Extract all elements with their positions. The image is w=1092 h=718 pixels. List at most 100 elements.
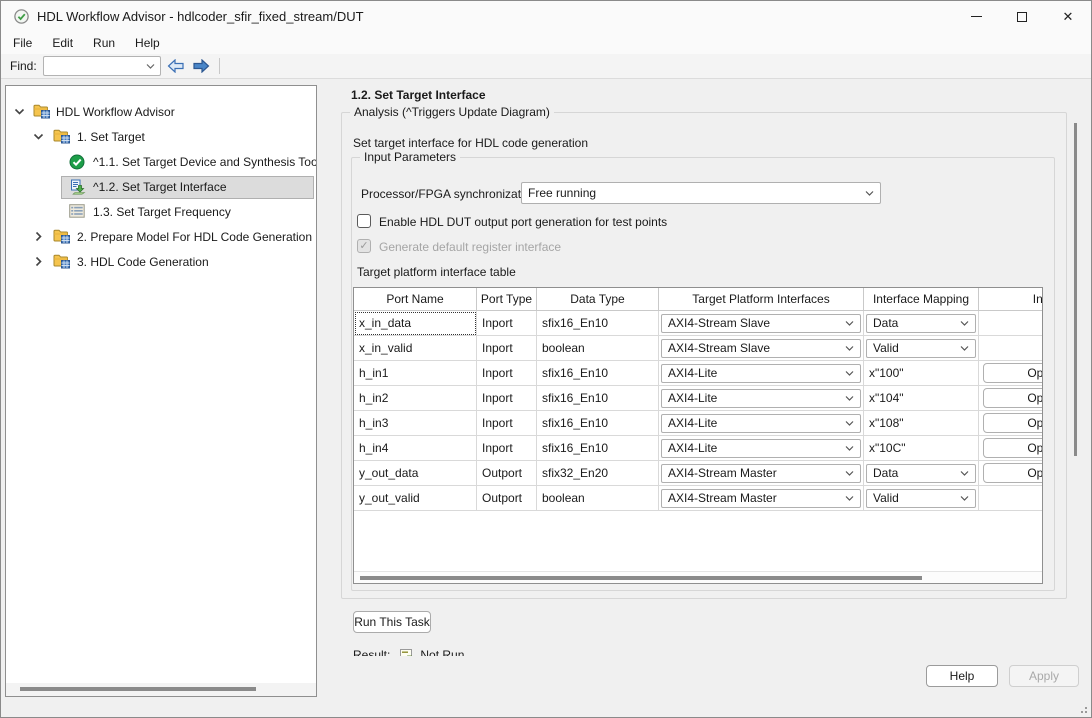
interface-options-cell xyxy=(979,311,1043,336)
tree-item-hdl-workflow-advisor[interactable]: HDL Workflow Advisor xyxy=(6,100,316,125)
port-name-cell[interactable]: h_in2 xyxy=(354,386,477,411)
table-row-x_in_valid: x_in_validInportbooleanAXI4-Stream Slave… xyxy=(354,336,1043,361)
interface-dropdown[interactable]: AXI4-Stream Slave xyxy=(661,314,861,333)
sync-dropdown[interactable]: Free running xyxy=(521,182,881,204)
testpoints-checkbox-label: Enable HDL DUT output port generation fo… xyxy=(379,215,667,229)
tree-item-1-set-target[interactable]: 1. Set Target xyxy=(6,125,316,150)
column-header-interface-mapping: Interface Mapping xyxy=(864,288,979,311)
port-name-cell[interactable]: h_in1 xyxy=(354,361,477,386)
table-row-h_in4: h_in4Inportsfix16_En10AXI4-Litex"10C"Opt… xyxy=(354,436,1043,461)
interface-mapping-cell[interactable]: x"100" xyxy=(864,361,979,386)
tree-horizontal-scrollbar[interactable] xyxy=(6,683,316,696)
tree-expander[interactable] xyxy=(33,256,45,268)
menu-run[interactable]: Run xyxy=(83,33,125,53)
panel-vertical-scrollbar-thumb[interactable] xyxy=(1074,123,1077,456)
data-type-cell: boolean xyxy=(537,336,659,361)
port-name-cell[interactable]: h_in4 xyxy=(354,436,477,461)
close-icon: ✕ xyxy=(1063,10,1074,23)
mapping-dropdown[interactable]: Valid xyxy=(866,339,976,358)
close-button[interactable]: ✕ xyxy=(1045,1,1091,32)
port-name-cell[interactable]: x_in_data xyxy=(354,311,477,336)
mapping-dropdown[interactable]: Data xyxy=(866,314,976,333)
port-type-cell: Outport xyxy=(477,461,537,486)
menu-edit[interactable]: Edit xyxy=(42,33,83,53)
interface-mapping-cell[interactable]: x"104" xyxy=(864,386,979,411)
interface-dropdown[interactable]: AXI4-Lite xyxy=(661,439,861,458)
port-name-cell[interactable]: h_in3 xyxy=(354,411,477,436)
tree-expander[interactable] xyxy=(14,106,26,118)
tree-item-label: 3. HDL Code Generation xyxy=(77,255,209,269)
port-name-cell[interactable]: y_out_valid xyxy=(354,486,477,511)
scrollbar-thumb[interactable] xyxy=(20,687,256,691)
target-platform-interface-cell: AXI4-Lite xyxy=(659,386,864,411)
tree-item-2-prepare-model-for-hdl-code-generation[interactable]: 2. Prepare Model For HDL Code Generation xyxy=(6,225,316,250)
find-next-button[interactable] xyxy=(191,57,211,75)
tree-expander[interactable] xyxy=(33,131,45,143)
list-icon xyxy=(69,204,85,218)
find-input[interactable] xyxy=(43,56,161,76)
tree-item-label: ^1.2. Set Target Interface xyxy=(93,180,227,194)
interface-options-cell xyxy=(979,486,1043,511)
interface-dropdown[interactable]: AXI4-Stream Master xyxy=(661,489,861,508)
arrow-left-icon xyxy=(167,59,185,73)
interface-dropdown[interactable]: AXI4-Stream Master xyxy=(661,464,861,483)
tree-item-1-2-set-target-interface[interactable]: ^1.2. Set Target Interface xyxy=(6,175,316,200)
mapping-dropdown[interactable]: Valid xyxy=(866,489,976,508)
mapping-dropdown[interactable]: Data xyxy=(866,464,976,483)
interface-mapping-cell[interactable]: x"108" xyxy=(864,411,979,436)
port-type-cell: Inport xyxy=(477,411,537,436)
task-heading: 1.2. Set Target Interface xyxy=(351,88,486,102)
table-horizontal-scrollbar[interactable] xyxy=(354,571,1042,583)
target-platform-interface-cell: AXI4-Stream Slave xyxy=(659,336,864,361)
interface-dropdown[interactable]: AXI4-Lite xyxy=(661,364,861,383)
options-button[interactable]: Options... xyxy=(983,388,1043,408)
window-title: HDL Workflow Advisor - hdlcoder_sfir_fix… xyxy=(37,9,364,24)
chevron-down-icon xyxy=(844,393,855,404)
options-button[interactable]: Options... xyxy=(983,463,1043,483)
options-button[interactable]: Options... xyxy=(983,363,1043,383)
data-type-cell: sfix16_En10 xyxy=(537,361,659,386)
scrollbar-thumb[interactable] xyxy=(360,576,922,580)
chevron-down-icon xyxy=(844,318,855,329)
column-header-port-type: Port Type xyxy=(477,288,537,311)
input-parameters-label: Input Parameters xyxy=(360,150,460,164)
chevron-down-icon xyxy=(844,443,855,454)
data-type-cell: sfix16_En10 xyxy=(537,436,659,461)
interface-options-cell: Options... xyxy=(979,461,1043,486)
minimize-button[interactable] xyxy=(953,1,999,32)
expander-down-icon xyxy=(33,131,44,142)
hdl-workflow-advisor-window: HDL Workflow Advisor - hdlcoder_sfir_fix… xyxy=(0,0,1092,718)
table-row-x_in_data: x_in_dataInportsfix16_En10AXI4-Stream Sl… xyxy=(354,311,1043,336)
interface-dropdown[interactable]: AXI4-Stream Slave xyxy=(661,339,861,358)
interface-dropdown[interactable]: AXI4-Lite xyxy=(661,389,861,408)
tree-item-3-hdl-code-generation[interactable]: 3. HDL Code Generation xyxy=(6,250,316,275)
port-name-cell[interactable]: y_out_data xyxy=(354,461,477,486)
interface-mapping-cell[interactable]: x"10C" xyxy=(864,436,979,461)
table-row-h_in1: h_in1Inportsfix16_En10AXI4-Litex"100"Opt… xyxy=(354,361,1043,386)
port-name-cell[interactable]: x_in_valid xyxy=(354,336,477,361)
not-run-icon xyxy=(400,649,412,657)
tree-expander[interactable] xyxy=(33,231,45,243)
interface-dropdown[interactable]: AXI4-Lite xyxy=(661,414,861,433)
data-type-cell: sfix16_En10 xyxy=(537,411,659,436)
find-previous-button[interactable] xyxy=(166,57,186,75)
help-button[interactable]: Help xyxy=(926,665,998,687)
menu-help[interactable]: Help xyxy=(125,33,170,53)
target-platform-interface-cell: AXI4-Stream Master xyxy=(659,461,864,486)
run-this-task-button[interactable]: Run This Task xyxy=(353,611,431,633)
resize-grip[interactable] xyxy=(1077,703,1087,713)
toolbar-separator xyxy=(219,58,220,74)
maximize-button[interactable] xyxy=(999,1,1045,32)
tree-item-1-1-set-target-device-and-synthesis-tool[interactable]: ^1.1. Set Target Device and Synthesis To… xyxy=(6,150,316,175)
port-type-cell: Inport xyxy=(477,386,537,411)
table-row-y_out_data: y_out_dataOutportsfix32_En20AXI4-Stream … xyxy=(354,461,1043,486)
tree-item-label: 2. Prepare Model For HDL Code Generation xyxy=(77,230,312,244)
tree-item-1-3-set-target-frequency[interactable]: 1.3. Set Target Frequency xyxy=(6,200,316,225)
options-button[interactable]: Options... xyxy=(983,413,1043,433)
testpoints-checkbox[interactable] xyxy=(357,214,371,228)
options-button[interactable]: Options... xyxy=(983,438,1043,458)
menu-file[interactable]: File xyxy=(3,33,42,53)
apply-button[interactable]: Apply xyxy=(1009,665,1079,687)
workflow-tree-panel: HDL Workflow Advisor1. Set Target^1.1. S… xyxy=(5,85,317,697)
folder-icon xyxy=(53,254,71,269)
